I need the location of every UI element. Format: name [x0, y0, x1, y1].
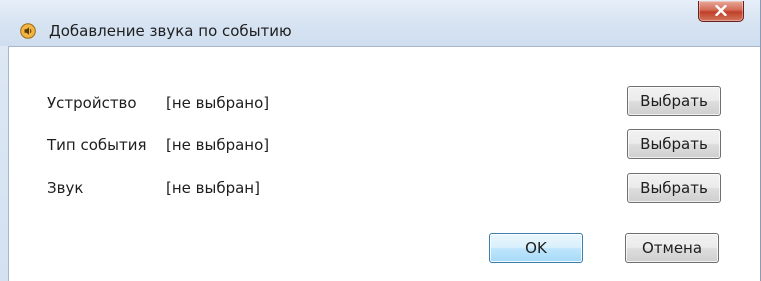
event-type-label: Тип события — [47, 136, 147, 154]
device-value: [не выбрано] — [166, 94, 270, 112]
sound-label: Звук — [47, 179, 84, 197]
device-label: Устройство — [47, 94, 137, 112]
speaker-icon — [20, 23, 36, 39]
window-title: Добавление звука по событию — [49, 22, 292, 40]
select-sound-button[interactable]: Выбрать — [627, 173, 721, 203]
ok-button[interactable]: OK — [489, 233, 583, 263]
cancel-button[interactable]: Отмена — [625, 233, 719, 263]
close-button[interactable] — [698, 1, 744, 22]
select-device-button[interactable]: Выбрать — [627, 86, 721, 116]
title-bar[interactable]: Добавление звука по событию — [0, 0, 760, 46]
select-event-type-button[interactable]: Выбрать — [627, 129, 721, 159]
dialog-content: Устройство [не выбрано] Выбрать Тип собы… — [8, 46, 760, 281]
event-type-value: [не выбрано] — [166, 136, 270, 154]
dialog-window: Добавление звука по событию Устройство [… — [0, 0, 761, 281]
sound-value: [не выбран] — [166, 179, 260, 197]
